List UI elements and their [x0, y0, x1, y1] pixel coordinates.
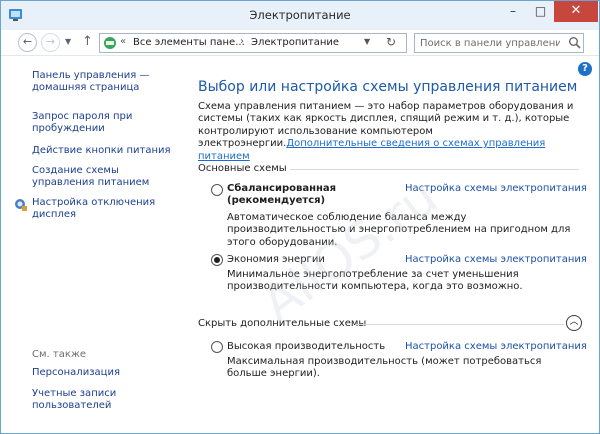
search-icon[interactable] — [568, 36, 581, 49]
plan-name-balanced[interactable]: Сбалансированная (рекомендуется) — [227, 183, 347, 207]
navigation-toolbar: ← → ▼ ↑ « Все элементы пане... › Электро… — [1, 30, 599, 56]
up-arrow-icon[interactable]: ↑ — [82, 34, 93, 49]
back-button[interactable]: ← — [18, 33, 37, 52]
address-dropdown-icon[interactable]: ▼ — [364, 37, 370, 46]
breadcrumb-overflow-separator[interactable]: « — [120, 36, 126, 47]
plan-description-high-performance: Максимальная производительность (может п… — [227, 356, 542, 380]
plan-description-power-saver: Минимальное энергопотребление за счет ум… — [227, 269, 523, 293]
task-pane: Панель управления — домашняя страница За… — [1, 56, 186, 433]
plan-name-power-saver[interactable]: Экономия энергии — [227, 254, 325, 266]
plan-settings-link-power-saver[interactable]: Настройка схемы электропитания — [405, 254, 587, 265]
sidebar-item-require-password[interactable]: Запрос пароля при пробуждении — [32, 111, 182, 135]
sidebar-item-display-off[interactable]: Настройка отключения дисплея — [32, 197, 182, 221]
radio-high-performance[interactable] — [211, 341, 223, 353]
plan-description-balanced: Автоматическое соблюдение баланса между … — [227, 212, 571, 248]
sidebar-item-user-accounts[interactable]: Учетные записи пользователей — [32, 388, 182, 412]
display-settings-icon — [15, 199, 27, 211]
radio-balanced[interactable] — [211, 184, 223, 196]
forward-button[interactable]: → — [41, 33, 60, 52]
sidebar-item-create-plan[interactable]: Создание схемы управления питанием — [32, 165, 182, 189]
maximize-button[interactable]: □ — [527, 1, 554, 22]
basic-plans-heading: Основные схемы — [198, 163, 287, 174]
sidebar-item-personalization[interactable]: Персонализация — [32, 367, 182, 379]
sidebar-item-power-button[interactable]: Действие кнопки питания — [32, 145, 182, 157]
control-panel-window: Электропитание – □ ✕ ← → ▼ ↑ « Все элеме… — [0, 0, 600, 434]
main-content: Выбор или настройка схемы управления пит… — [186, 56, 599, 433]
plan-settings-link-high-performance[interactable]: Настройка схемы электропитания — [405, 341, 587, 352]
breadcrumb-separator[interactable]: › — [240, 36, 244, 47]
address-bar[interactable]: « Все элементы пане... › Электропитание … — [99, 33, 407, 53]
refresh-icon[interactable]: ↻ — [386, 35, 396, 49]
recent-locations-dropdown-icon[interactable]: ▼ — [65, 37, 71, 46]
hide-additional-plans-heading[interactable]: Скрыть дополнительные схемы — [198, 318, 366, 329]
basic-plans-divider — [290, 169, 579, 170]
page-description: Схема управления питанием — это набор па… — [198, 101, 583, 163]
breadcrumb-all-items[interactable]: Все элементы пане... — [133, 37, 245, 48]
plan-settings-link-balanced[interactable]: Настройка схемы электропитания — [405, 183, 587, 194]
sidebar-item-home[interactable]: Панель управления — домашняя страница — [32, 70, 182, 94]
search-box[interactable] — [414, 33, 584, 53]
minimize-button[interactable]: – — [499, 1, 527, 22]
additional-plans-divider — [356, 324, 564, 325]
page-title: Выбор или настройка схемы управления пит… — [198, 79, 578, 95]
collapse-chevron-up-icon[interactable]: ︿ — [566, 315, 582, 331]
control-panel-address-icon — [104, 37, 116, 49]
breadcrumb-power-options[interactable]: Электропитание — [251, 37, 339, 48]
see-also-heading: См. также — [32, 349, 87, 360]
close-button[interactable]: ✕ — [554, 1, 598, 22]
title-bar: Электропитание – □ ✕ — [1, 1, 599, 30]
plan-name-high-performance[interactable]: Высокая производительность — [227, 341, 385, 353]
radio-power-saver[interactable] — [211, 254, 223, 266]
search-input[interactable] — [420, 36, 560, 51]
